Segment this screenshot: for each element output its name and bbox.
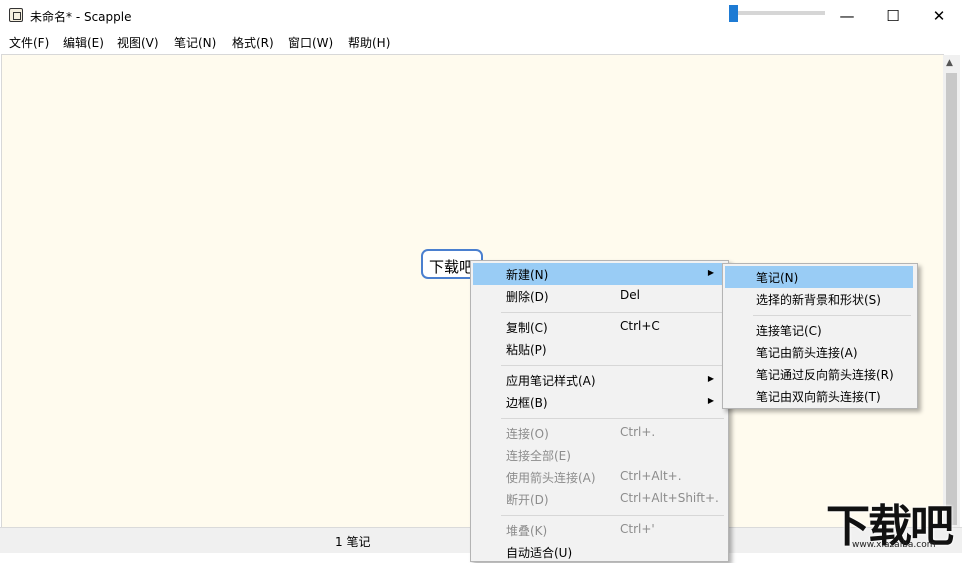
menu-item-new[interactable]: 新建(N) ▶ bbox=[473, 263, 724, 285]
submenu-arrow-icon: ▶ bbox=[707, 374, 714, 383]
menu-separator bbox=[501, 365, 724, 366]
new-submenu: 笔记(N) 选择的新背景和形状(S) 连接笔记(C) 笔记由箭头连接(A) 笔记… bbox=[722, 263, 918, 409]
menu-item-connect-arrow[interactable]: 使用箭头连接(A) Ctrl+Alt+. bbox=[473, 466, 724, 488]
submenu-item-note[interactable]: 笔记(N) bbox=[725, 266, 913, 288]
menu-item-stack[interactable]: 堆叠(K) Ctrl+' bbox=[473, 519, 724, 541]
vertical-scrollbar[interactable]: ▲ bbox=[943, 55, 960, 527]
zoom-slider-track[interactable] bbox=[730, 11, 825, 15]
scrollbar-thumb[interactable] bbox=[946, 73, 957, 525]
submenu-arrow-icon: ▶ bbox=[707, 396, 714, 405]
menu-item-delete[interactable]: 删除(D) Del bbox=[473, 285, 724, 307]
scapple-app-icon[interactable] bbox=[9, 8, 23, 22]
menu-bar: 文件(F) 编辑(E) 视图(V) 笔记(N) 格式(R) 窗口(W) 帮助(H… bbox=[0, 31, 962, 53]
submenu-item-new-background-shape[interactable]: 选择的新背景和形状(S) bbox=[725, 288, 913, 310]
menu-item-apply-style[interactable]: 应用笔记样式(A) ▶ bbox=[473, 369, 724, 391]
title-bar: 未命名* - Scapple — ☐ ✕ bbox=[0, 0, 962, 31]
submenu-item-connected-note[interactable]: 连接笔记(C) bbox=[725, 319, 913, 341]
menu-separator bbox=[753, 315, 911, 316]
note-count: 1 笔记 bbox=[335, 535, 371, 549]
menu-item-paste[interactable]: 粘贴(P) bbox=[473, 338, 724, 360]
menu-file[interactable]: 文件(F) bbox=[9, 34, 49, 51]
minimize-button[interactable]: — bbox=[824, 0, 870, 31]
menu-item-border[interactable]: 边框(B) ▶ bbox=[473, 391, 724, 413]
submenu-item-bidirectional-arrow-note[interactable]: 笔记由双向箭头连接(T) bbox=[725, 385, 913, 407]
menu-item-copy[interactable]: 复制(C) Ctrl+C bbox=[473, 316, 724, 338]
zoom-slider-thumb[interactable] bbox=[729, 5, 738, 22]
menu-format[interactable]: 格式(R) bbox=[232, 34, 274, 51]
submenu-item-reverse-arrow-note[interactable]: 笔记通过反向箭头连接(R) bbox=[725, 363, 913, 385]
window-title: 未命名* - Scapple bbox=[30, 10, 132, 24]
context-menu: 新建(N) ▶ 删除(D) Del 复制(C) Ctrl+C 粘贴(P) 应用笔… bbox=[470, 260, 729, 562]
menu-help[interactable]: 帮助(H) bbox=[348, 34, 390, 51]
menu-window[interactable]: 窗口(W) bbox=[288, 34, 333, 51]
menu-item-connect[interactable]: 连接(O) Ctrl+. bbox=[473, 422, 724, 444]
submenu-arrow-icon: ▶ bbox=[707, 268, 714, 277]
menu-separator bbox=[501, 515, 724, 516]
watermark-logo: 下载吧 www.xiazaiba.com bbox=[826, 494, 962, 552]
menu-notes[interactable]: 笔记(N) bbox=[174, 34, 216, 51]
menu-view[interactable]: 视图(V) bbox=[117, 34, 159, 51]
menu-item-auto-fit[interactable]: 自动适合(U) bbox=[473, 541, 724, 563]
menu-edit[interactable]: 编辑(E) bbox=[63, 34, 104, 51]
watermark-url: www.xiazaiba.com bbox=[852, 540, 936, 550]
submenu-item-arrow-connected-note[interactable]: 笔记由箭头连接(A) bbox=[725, 341, 913, 363]
menu-separator bbox=[501, 418, 724, 419]
maximize-button[interactable]: ☐ bbox=[870, 0, 916, 31]
scroll-up-icon[interactable]: ▲ bbox=[946, 58, 953, 68]
menu-item-connect-all[interactable]: 连接全部(E) bbox=[473, 444, 724, 466]
menu-item-disconnect[interactable]: 断开(D) Ctrl+Alt+Shift+. bbox=[473, 488, 724, 510]
close-button[interactable]: ✕ bbox=[916, 0, 962, 31]
menu-separator bbox=[501, 312, 724, 313]
